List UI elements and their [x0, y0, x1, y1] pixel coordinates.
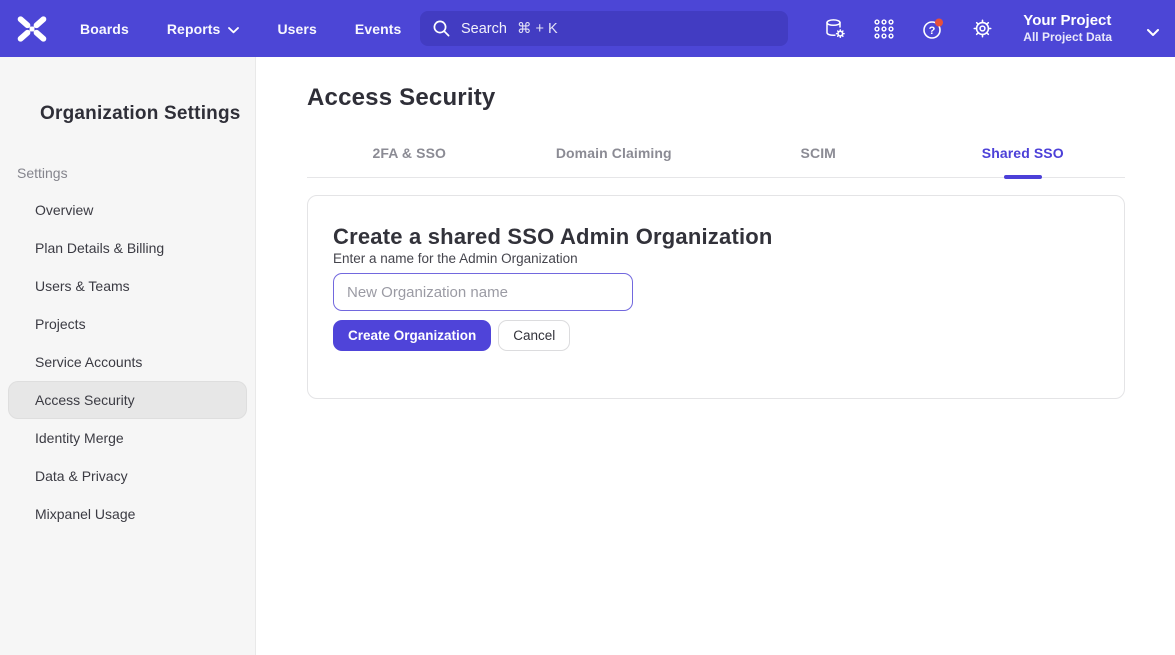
- tab-domain-claiming[interactable]: Domain Claiming: [512, 145, 717, 177]
- top-navbar: Boards Reports Users Events Search ⌘ + K: [0, 0, 1175, 57]
- data-management-icon[interactable]: [823, 17, 847, 41]
- sidebar-item-data-privacy[interactable]: Data & Privacy: [8, 457, 247, 495]
- sidebar-item-mixpanel-usage[interactable]: Mixpanel Usage: [8, 495, 247, 533]
- project-switcher[interactable]: Your Project All Project Data: [1023, 12, 1112, 45]
- nav-item-reports-label: Reports: [167, 21, 221, 37]
- apps-grid-icon[interactable]: [872, 17, 896, 41]
- notification-badge: [935, 18, 943, 26]
- search-placeholder: Search: [461, 21, 507, 37]
- create-shared-sso-card: Create a shared SSO Admin Organization E…: [307, 195, 1125, 399]
- sidebar-item-plan-details-billing[interactable]: Plan Details & Billing: [8, 229, 247, 267]
- sidebar-item-access-security[interactable]: Access Security: [8, 381, 247, 419]
- tab-scim[interactable]: SCIM: [716, 145, 921, 177]
- project-data-scope: All Project Data: [1023, 30, 1112, 45]
- settings-gear-icon[interactable]: [970, 17, 994, 41]
- sidebar-title: Organization Settings: [40, 103, 255, 125]
- help-icon[interactable]: ?: [921, 17, 945, 41]
- search-input[interactable]: Search ⌘ + K: [420, 11, 788, 46]
- main-panel: Access Security 2FA & SSO Domain Claimin…: [256, 57, 1175, 655]
- content-area: Organization Settings Settings Overview …: [0, 57, 1175, 655]
- nav-item-reports[interactable]: Reports: [167, 21, 240, 37]
- search-shortcut-hint: ⌘ + K: [517, 21, 558, 37]
- nav-item-boards[interactable]: Boards: [80, 21, 129, 37]
- svg-text:?: ?: [929, 25, 936, 37]
- sidebar-nav-list: Overview Plan Details & Billing Users & …: [0, 191, 255, 533]
- nav-item-events[interactable]: Events: [355, 21, 402, 37]
- org-name-label: Enter a name for the Admin Organization: [333, 251, 578, 266]
- sidebar-item-overview[interactable]: Overview: [8, 191, 247, 229]
- card-actions: Create Organization Cancel: [333, 320, 1124, 351]
- sidebar-item-identity-merge[interactable]: Identity Merge: [8, 419, 247, 457]
- navbar-right-section: ? Your Project All Project Data: [823, 0, 1159, 57]
- create-organization-button[interactable]: Create Organization: [333, 320, 491, 351]
- access-security-tabs: 2FA & SSO Domain Claiming SCIM Shared SS…: [307, 145, 1125, 178]
- sidebar-item-users-teams[interactable]: Users & Teams: [8, 267, 247, 305]
- nav-item-users[interactable]: Users: [277, 21, 316, 37]
- card-title: Create a shared SSO Admin Organization: [333, 224, 1124, 250]
- search-icon: [432, 19, 451, 38]
- org-settings-sidebar: Organization Settings Settings Overview …: [0, 57, 256, 655]
- cancel-button[interactable]: Cancel: [498, 320, 570, 351]
- app-window: Boards Reports Users Events Search ⌘ + K: [0, 0, 1175, 655]
- tab-shared-sso[interactable]: Shared SSO: [921, 145, 1126, 177]
- sidebar-section-label: Settings: [17, 165, 255, 181]
- project-name: Your Project: [1023, 12, 1112, 30]
- mixpanel-logo-icon[interactable]: [14, 14, 50, 44]
- sidebar-item-projects[interactable]: Projects: [8, 305, 247, 343]
- project-chevron-down-icon[interactable]: [1147, 24, 1159, 42]
- org-name-input[interactable]: [333, 273, 633, 311]
- tab-2fa-sso[interactable]: 2FA & SSO: [307, 145, 512, 177]
- chevron-down-icon: [228, 21, 239, 37]
- primary-nav: Boards Reports Users Events: [80, 21, 401, 37]
- page-title: Access Security: [307, 84, 1175, 112]
- sidebar-item-service-accounts[interactable]: Service Accounts: [8, 343, 247, 381]
